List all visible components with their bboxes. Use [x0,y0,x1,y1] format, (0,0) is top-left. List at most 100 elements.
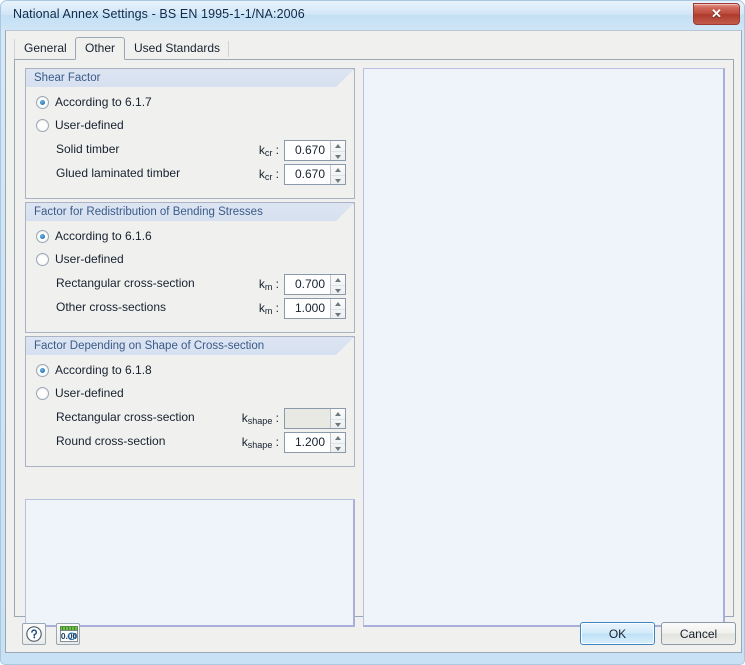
field-round-cross-section-kshape: Round cross-section kshape : 1.200 [56,432,346,453]
spinner-other-cross-sections-km[interactable]: 1.000 [284,298,346,319]
group-header-cut [335,203,354,221]
radio-redistribution-according[interactable]: According to 6.1.6 [36,229,152,243]
tab-other[interactable]: Other [75,37,126,60]
right-preview-panel [363,68,725,627]
tab-general[interactable]: General [14,39,76,59]
field-glued-laminated-timber: Glued laminated timber kcr : 0.670 [56,164,346,185]
help-button[interactable] [22,623,46,645]
field-glued-laminated-timber-symbol: kcr : [258,167,279,182]
group-shape-cross-section-title: Factor Depending on Shape of Cross-secti… [34,340,265,352]
group-shear-factor: Shear Factor According to 6.1.7 User-def… [25,68,355,199]
field-solid-timber-label: Solid timber [56,142,120,156]
close-button[interactable]: ✕ [693,3,740,25]
radio-redistribution-userdefined-label: User-defined [55,252,124,266]
close-icon: ✕ [711,6,722,21]
spinner-glued-laminated-timber[interactable]: 0.670 [284,164,346,185]
cancel-button-label: Cancel [679,626,718,641]
field-round-cross-section-kshape-symbol: kshape : [241,435,279,450]
spinner-down-icon[interactable] [331,174,345,185]
spinner-buttons[interactable] [330,275,345,294]
spinner-buttons[interactable] [330,165,345,184]
number-format-icon: 0.00 [60,626,78,642]
group-header-cut [335,69,354,87]
window-title: National Annex Settings - BS EN 1995-1-1… [13,7,305,21]
title-bar: National Annex Settings - BS EN 1995-1-1… [1,1,744,30]
tab-separator [228,41,230,57]
radio-redistribution-according-label: According to 6.1.6 [55,229,152,243]
spinner-buttons[interactable] [330,433,345,452]
group-shear-factor-title: Shear Factor [34,72,101,84]
field-round-cross-section-kshape-label: Round cross-section [56,434,166,448]
spinner-rect-cross-section-km[interactable]: 0.700 [284,274,346,295]
group-redistribution-bending: Factor for Redistribution of Bending Str… [25,202,355,333]
left-preview-panel [25,499,355,627]
group-header-cut [335,337,354,355]
group-shape-cross-section-header: Factor Depending on Shape of Cross-secti… [26,336,354,355]
spinner-down-icon[interactable] [331,284,345,295]
spinner-solid-timber-value[interactable]: 0.670 [285,141,330,160]
radio-shear-according[interactable]: According to 6.1.7 [36,95,152,109]
spinner-down-icon[interactable] [331,442,345,453]
tab-used-standards-label: Used Standards [134,41,221,55]
radio-indicator [36,229,49,243]
field-glued-laminated-timber-label: Glued laminated timber [56,166,181,180]
field-other-cross-sections-km-label: Other cross-sections [56,300,167,314]
group-shear-factor-header: Shear Factor [26,68,354,87]
tab-other-label: Other [85,41,116,55]
radio-indicator [36,363,49,377]
radio-indicator [36,252,49,266]
dialog-window: National Annex Settings - BS EN 1995-1-1… [0,0,745,665]
spinner-glued-laminated-timber-value[interactable]: 0.670 [285,165,330,184]
field-other-cross-sections-km: Other cross-sections km : 1.000 [56,298,346,319]
cancel-button[interactable]: Cancel [661,622,736,645]
ok-button-label: OK [608,626,627,641]
spinner-rect-cross-section-kshape[interactable] [284,408,346,429]
spinner-up-icon[interactable] [331,275,345,285]
field-rect-cross-section-kshape: Rectangular cross-section kshape : [56,408,346,429]
field-rect-cross-section-kshape-label: Rectangular cross-section [56,410,195,424]
field-rect-cross-section-km-symbol: km : [258,277,279,292]
field-other-cross-sections-km-symbol: km : [258,301,279,316]
spinner-up-icon[interactable] [331,433,345,443]
group-shape-cross-section: Factor Depending on Shape of Cross-secti… [25,336,355,467]
field-rect-cross-section-km: Rectangular cross-section km : 0.700 [56,274,346,295]
radio-redistribution-userdefined[interactable]: User-defined [36,252,124,266]
tab-used-standards[interactable]: Used Standards [124,39,230,59]
radio-shear-userdefined-label: User-defined [55,118,124,132]
spinner-other-cross-sections-km-value[interactable]: 1.000 [285,299,330,318]
spinner-up-icon[interactable] [331,409,345,419]
field-solid-timber: Solid timber kcr : 0.670 [56,140,346,161]
spinner-up-icon[interactable] [331,299,345,309]
radio-shear-according-label: According to 6.1.7 [55,95,152,109]
spinner-rect-cross-section-kshape-value[interactable] [285,409,330,428]
spinner-down-icon[interactable] [331,150,345,161]
spinner-buttons[interactable] [330,141,345,160]
spinner-up-icon[interactable] [331,165,345,175]
tab-page-other: Shear Factor According to 6.1.7 User-def… [14,59,734,627]
radio-shape-userdefined[interactable]: User-defined [36,386,124,400]
spinner-up-icon[interactable] [331,141,345,151]
spinner-buttons[interactable] [330,409,345,428]
spinner-round-cross-section-kshape[interactable]: 1.200 [284,432,346,453]
radio-indicator [36,95,49,109]
spinner-rect-cross-section-km-value[interactable]: 0.700 [285,275,330,294]
spinner-round-cross-section-kshape-value[interactable]: 1.200 [285,433,330,452]
spinner-buttons[interactable] [330,299,345,318]
number-format-button[interactable]: 0.00 [56,623,80,645]
group-redistribution-bending-title: Factor for Redistribution of Bending Str… [34,206,263,218]
radio-shear-userdefined[interactable]: User-defined [36,118,124,132]
radio-shape-according-label: According to 6.1.8 [55,363,152,377]
dialog-client-area: General Other Used Standards Shear Facto… [5,30,742,653]
spinner-down-icon[interactable] [331,308,345,319]
tab-strip: General Other Used Standards [14,37,734,60]
radio-shape-according[interactable]: According to 6.1.8 [36,363,152,377]
radio-shape-userdefined-label: User-defined [55,386,124,400]
help-question-icon [26,626,42,642]
field-solid-timber-symbol: kcr : [258,143,279,158]
group-redistribution-bending-header: Factor for Redistribution of Bending Str… [26,202,354,221]
ok-button[interactable]: OK [580,622,655,645]
field-rect-cross-section-km-label: Rectangular cross-section [56,276,195,290]
dialog-bottom-bar: 0.00 OK Cancel [6,615,741,652]
spinner-solid-timber[interactable]: 0.670 [284,140,346,161]
spinner-down-icon[interactable] [331,418,345,429]
